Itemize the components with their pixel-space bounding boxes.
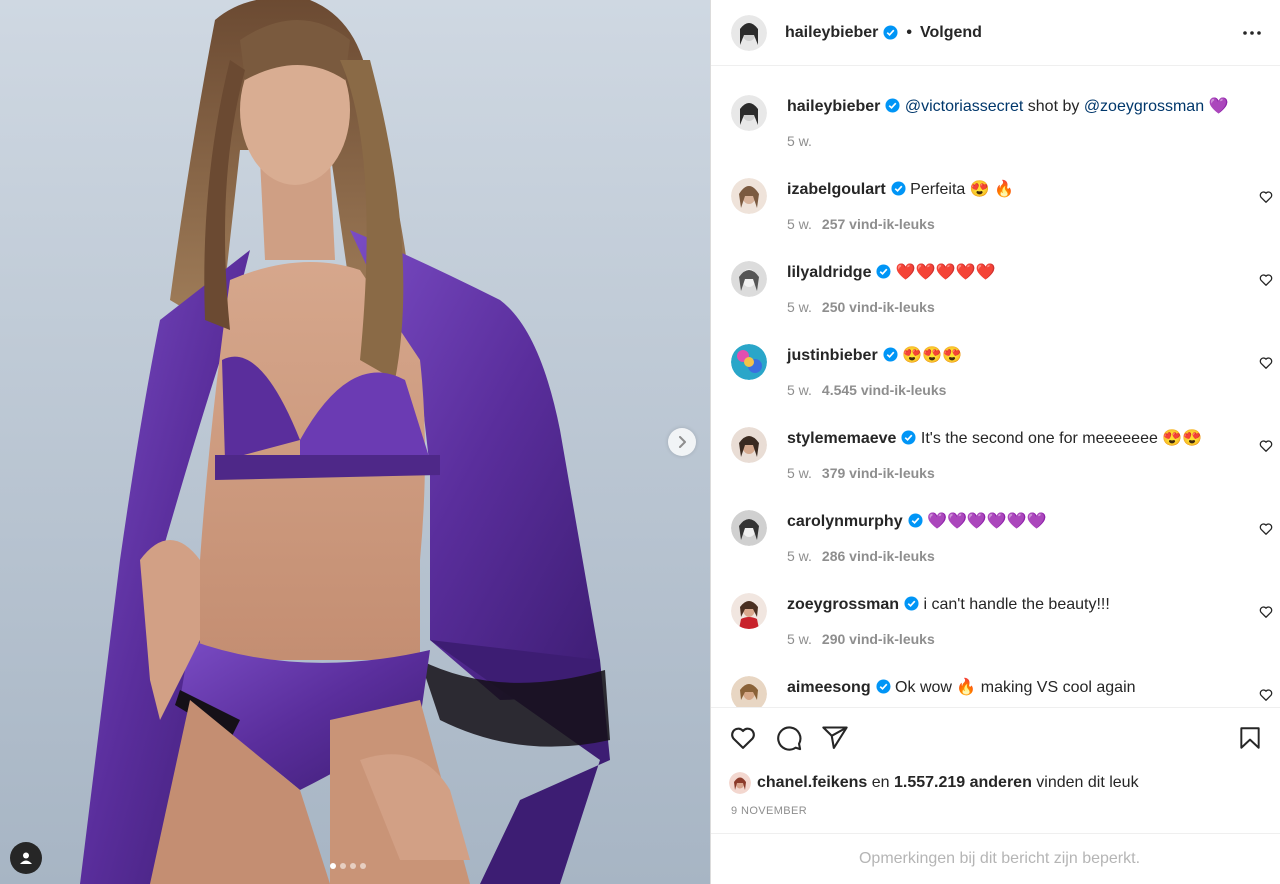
- comment-like-icon[interactable]: [1259, 605, 1273, 619]
- verified-badge-icon: [883, 25, 898, 40]
- comment-text: 💜💜💜💜💜💜: [927, 513, 1047, 530]
- comment-like-icon[interactable]: [1259, 522, 1273, 536]
- comment-username[interactable]: zoeygrossman: [787, 596, 899, 613]
- comment-like-count[interactable]: 286 vind-ik-leuks: [822, 548, 935, 564]
- comment-time: 5 w.: [787, 631, 812, 647]
- comment-like-icon[interactable]: [1259, 439, 1273, 453]
- comment-like-count[interactable]: 4.545 vind-ik-leuks: [822, 382, 947, 398]
- post-date[interactable]: 9 NOVEMBER: [731, 805, 807, 817]
- instagram-post-view: haileybieber • Volgend haileybieber @vic…: [0, 0, 1280, 884]
- caption-time: 5 w.: [787, 133, 812, 149]
- comment-text: It's the second one for meeeeeee 😍😍: [920, 430, 1203, 447]
- comment-time: 5 w.: [787, 382, 812, 398]
- comment-username[interactable]: izabelgoulart: [787, 181, 886, 198]
- comment-like-count[interactable]: 250 vind-ik-leuks: [822, 299, 935, 315]
- user-tag-icon: [20, 852, 32, 864]
- comment-icon[interactable]: [775, 724, 803, 752]
- header-separator: •: [906, 23, 912, 41]
- avatar[interactable]: [731, 178, 767, 214]
- comment-time: 5 w.: [787, 465, 812, 481]
- comment-time: 5 w.: [787, 299, 812, 315]
- comment-text: Perfeita 😍 🔥: [910, 181, 1015, 198]
- save-icon[interactable]: [1237, 724, 1263, 752]
- next-photo-button[interactable]: [668, 428, 696, 456]
- verified-badge-icon: [885, 98, 900, 113]
- comment-username[interactable]: carolynmurphy: [787, 513, 903, 530]
- verified-badge-icon: [901, 430, 916, 445]
- verified-badge-icon: [908, 513, 923, 528]
- avatar[interactable]: [731, 344, 767, 380]
- post-media[interactable]: [0, 0, 710, 884]
- avatar[interactable]: [731, 261, 767, 297]
- tagged-users-button[interactable]: [10, 842, 42, 874]
- avatar[interactable]: [731, 676, 767, 707]
- post-photo: [0, 0, 710, 884]
- comment-like-icon[interactable]: [1259, 273, 1273, 287]
- likes-suffix: vinden dit leuk: [1031, 774, 1139, 791]
- avatar[interactable]: [731, 95, 767, 131]
- caption-username[interactable]: haileybieber: [787, 98, 880, 115]
- comment-username[interactable]: stylememaeve: [787, 430, 896, 447]
- comment-like-icon[interactable]: [1259, 356, 1273, 370]
- caption-mention[interactable]: @zoeygrossman: [1084, 98, 1204, 115]
- likes-summary: chanel.feikens en 1.557.219 anderen vind…: [729, 772, 1139, 794]
- avatar[interactable]: [731, 510, 767, 546]
- carousel-indicator: [330, 863, 366, 869]
- caption-emoji: 💜: [1208, 98, 1229, 115]
- verified-badge-icon: [891, 181, 906, 196]
- verified-badge-icon: [883, 347, 898, 362]
- caption-text: shot by: [1023, 98, 1084, 115]
- carousel-dot: [340, 863, 346, 869]
- comment-like-count[interactable]: 379 vind-ik-leuks: [822, 465, 935, 481]
- carousel-dot-active: [330, 863, 336, 869]
- likes-and: en: [867, 774, 894, 791]
- post-sidebar: haileybieber • Volgend haileybieber @vic…: [710, 0, 1280, 884]
- avatar[interactable]: [731, 593, 767, 629]
- avatar[interactable]: [729, 772, 751, 794]
- comment-text: i can't handle the beauty!!!: [923, 596, 1110, 613]
- comment-text: 😍😍😍: [902, 347, 962, 364]
- carousel-dot: [350, 863, 356, 869]
- verified-badge-icon: [904, 596, 919, 611]
- post-actions: chanel.feikens en 1.557.219 anderen vind…: [711, 707, 1280, 817]
- verified-badge-icon: [876, 264, 891, 279]
- caption-mention[interactable]: @victoriassecret: [905, 98, 1024, 115]
- comment-like-count[interactable]: 257 vind-ik-leuks: [822, 216, 935, 232]
- comment-like-icon[interactable]: [1259, 190, 1273, 204]
- comment-username[interactable]: justinbieber: [787, 347, 878, 364]
- following-button[interactable]: Volgend: [920, 24, 982, 42]
- comment-username[interactable]: aimeesong: [787, 679, 871, 696]
- share-icon[interactable]: [821, 724, 849, 752]
- verified-badge-icon: [876, 679, 891, 694]
- avatar[interactable]: [731, 427, 767, 463]
- comment-time: 5 w.: [787, 216, 812, 232]
- carousel-dot: [360, 863, 366, 869]
- liker-username[interactable]: chanel.feikens: [757, 774, 867, 792]
- comment-like-count[interactable]: 290 vind-ik-leuks: [822, 631, 935, 647]
- comments-restricted-notice: Opmerkingen bij dit bericht zijn beperkt…: [711, 833, 1280, 884]
- likes-count[interactable]: 1.557.219 anderen: [894, 774, 1032, 792]
- comment-like-icon[interactable]: [1259, 688, 1273, 702]
- post-header: haileybieber • Volgend: [711, 0, 1280, 66]
- comment-username[interactable]: lilyaldridge: [787, 264, 871, 281]
- like-icon[interactable]: [729, 724, 757, 752]
- comment-time: 5 w.: [787, 548, 812, 564]
- more-options-icon[interactable]: [1242, 23, 1262, 43]
- comment-text: ❤️❤️❤️❤️❤️: [895, 264, 996, 281]
- post-author-username[interactable]: haileybieber: [785, 24, 878, 42]
- comments-list[interactable]: haileybieber @victoriassecret shot by @z…: [711, 67, 1280, 707]
- avatar[interactable]: [731, 14, 767, 51]
- comment-text: Ok wow 🔥 making VS cool again: [895, 679, 1136, 696]
- chevron-right-icon: [679, 436, 686, 448]
